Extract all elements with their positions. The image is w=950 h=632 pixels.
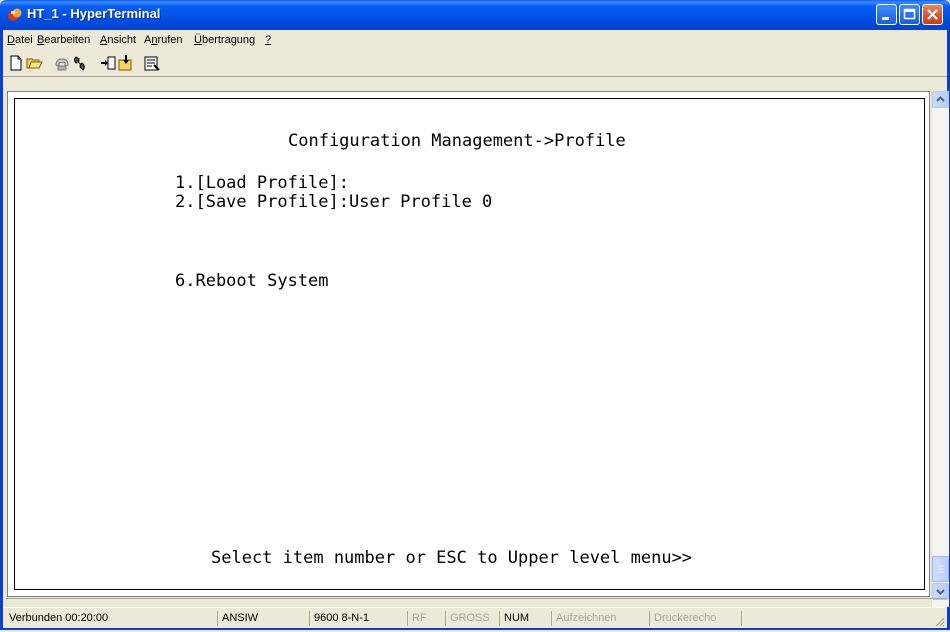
status-emulation: ANSIW [217,611,309,626]
menu-anrufen-label-b: rufen [157,34,183,46]
status-divider [6,598,947,599]
title-bar[interactable]: HT_1 - HyperTerminal [0,0,950,30]
status-connected: Verbunden 00:20:00 [9,612,109,624]
menu-bar: Datei Bearbeiten Ansicht Anrufen Übertra… [3,30,947,50]
status-empty [741,611,931,626]
status-port-settings: 9600 8-N-1 [309,611,407,626]
status-capture: Aufzeichnen [551,611,649,626]
minimize-button[interactable] [876,4,897,25]
toolbar [3,50,947,77]
new-icon[interactable] [7,54,25,72]
menu-bearbeiten-label: earbeiten [44,34,91,46]
scroll-up-button[interactable] [932,91,949,108]
menu-bearbeiten[interactable]: Bearbeiten [37,34,90,46]
disconnect-icon[interactable] [71,54,89,72]
menu-option-save-profile: 2.[Save Profile]:User Profile 0 [175,192,493,212]
terminal-area[interactable]: Configuration Management->Profile 1.[Loa… [7,91,930,597]
menu-help[interactable]: ? [265,34,271,46]
menu-option-reboot-system: 6.Reboot System [175,271,329,291]
hyperterminal-window: HT_1 - HyperTerminal Datei Bearbeiten An… [0,0,950,630]
terminal-screen[interactable]: Configuration Management->Profile 1.[Loa… [14,98,925,590]
menu-datei[interactable]: Datei [7,34,33,46]
vertical-scrollbar[interactable] [931,91,949,607]
menu-ansicht[interactable]: Ansicht [100,34,136,46]
window-title: HT_1 - HyperTerminal [27,6,161,21]
receive-icon[interactable] [117,54,135,72]
menu-option-load-profile: 1.[Load Profile]: [175,173,349,193]
send-icon[interactable] [99,54,117,72]
scroll-thumb[interactable] [932,556,949,582]
status-print-echo: Druckerecho [649,611,741,626]
properties-icon[interactable] [143,54,161,72]
connect-icon[interactable] [53,54,71,72]
hyperterminal-app-icon[interactable] [7,7,23,23]
open-icon[interactable] [25,54,43,72]
status-bar: Verbunden 00:20:00 ANSIW 9600 8-N-1 RF G… [3,607,947,628]
close-button[interactable] [922,4,943,25]
terminal-header: Configuration Management->Profile [288,131,626,151]
menu-ansicht-label: nsicht [107,34,137,46]
maximize-button[interactable] [899,4,920,25]
menu-anrufen[interactable]: Anrufen [144,34,183,46]
status-num: NUM [499,611,551,626]
menu-uebertragung[interactable]: Übertragung [194,34,255,46]
terminal-prompt: Select item number or ESC to Upper level… [211,548,693,568]
menu-datei-label: atei [14,34,33,46]
status-scroll: RF [407,611,445,626]
menu-uebertragung-label: bertragung [201,34,256,46]
resize-grip-icon[interactable] [933,614,945,627]
status-caps: GROSS [445,611,499,626]
